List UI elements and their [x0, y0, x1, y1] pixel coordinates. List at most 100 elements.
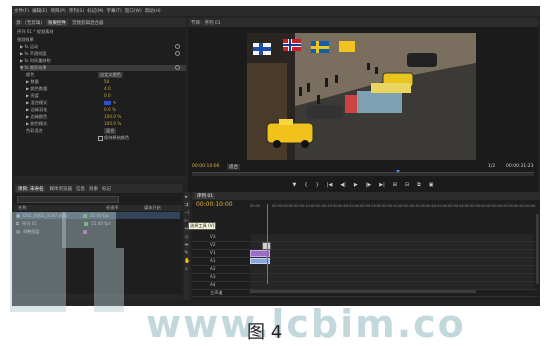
program-timecode[interactable]: 00:00:10:00 — [192, 164, 219, 169]
menu-help[interactable]: 帮助(H) — [145, 8, 161, 14]
resolution-dropdown[interactable]: 1/2 — [488, 164, 495, 169]
add-marker-button[interactable]: ▼ — [293, 182, 297, 188]
param-row[interactable]: 保持原始颜色 — [26, 135, 186, 141]
timeline-horizontal-scrollbar[interactable] — [250, 290, 476, 293]
track-lane[interactable] — [250, 242, 534, 249]
menu-sequence[interactable]: 序列(S) — [69, 8, 84, 14]
column-media-start[interactable]: 媒体开始 — [144, 205, 161, 211]
effect-controls-footer — [14, 176, 186, 182]
export-frame-button[interactable]: ⧉ — [417, 182, 421, 188]
timeline-playhead[interactable] — [267, 204, 268, 284]
play-button[interactable]: ▶ — [354, 182, 358, 188]
effect-row-time-remap[interactable]: ▶ fx 时间重映射 — [20, 58, 186, 64]
track-a1[interactable]: A1 — [192, 258, 538, 266]
track-lane[interactable] — [250, 250, 534, 257]
mark-out-button[interactable]: } — [316, 182, 319, 188]
param-value[interactable]: 100.0 % — [104, 121, 121, 126]
program-scrubber[interactable] — [192, 172, 534, 176]
effect-row-motion[interactable]: ▶ fx 运动 — [20, 44, 186, 50]
step-forward-button[interactable]: |▶ — [366, 182, 372, 188]
project-search-input[interactable] — [17, 196, 119, 203]
pen-tool-icon[interactable]: ✎ — [184, 250, 189, 256]
checkbox[interactable] — [98, 136, 103, 141]
param-value[interactable]: 0.0 — [104, 93, 111, 98]
param-row[interactable]: ▶ 边缘羽化 0.0 % — [26, 107, 186, 113]
track-v2[interactable]: V2 — [192, 242, 538, 250]
track-select-tool-icon[interactable]: ⇉ — [184, 202, 189, 208]
menu-title[interactable]: 字幕(T) — [106, 8, 121, 14]
param-row[interactable]: 色彩混合 混合 — [26, 128, 186, 134]
slip-tool-icon[interactable]: ⇹ — [184, 242, 189, 248]
track-lane[interactable] — [250, 234, 534, 241]
menu-file[interactable]: 文件(F) — [14, 8, 29, 14]
tab-program[interactable]: 节目：序列 01 — [191, 20, 221, 26]
lift-button[interactable]: ⊞ — [393, 182, 397, 188]
track-a2[interactable]: A2 — [192, 266, 538, 274]
timeline-vertical-scrollbar[interactable] — [536, 214, 539, 284]
playhead-marker[interactable] — [396, 170, 400, 173]
go-to-out-button[interactable]: ▶| — [379, 182, 385, 188]
column-name[interactable]: 名称 — [18, 205, 26, 211]
video-frame[interactable] — [247, 33, 476, 160]
fit-dropdown[interactable]: 适合 — [227, 164, 240, 170]
param-row[interactable]: 颜色 自定义颜色 — [26, 72, 186, 78]
tab-project[interactable]: 项目: 未命名 — [16, 185, 46, 192]
tools-panel: ▸ ⇉ ⊣ ⊢ ↔ ◇ ⇹ ✎ ✋ ⌕ — [184, 192, 190, 300]
param-row[interactable]: ▶ 边缘颜色 100.0 % — [26, 114, 186, 120]
param-row[interactable]: ▶ 颜色数量 4.0 — [26, 86, 186, 92]
param-value[interactable]: 0.0 % — [104, 107, 116, 112]
track-lane[interactable] — [250, 266, 534, 273]
effect-row-crop[interactable]: ▼ fx 裁剪效果 — [20, 65, 186, 71]
param-value[interactable]: 100.0 % — [104, 114, 121, 119]
step-back-button[interactable]: ◀| — [340, 182, 346, 188]
track-v1[interactable]: V1 — [192, 250, 538, 258]
eyedropper-icon[interactable]: ✎ — [113, 100, 116, 105]
timeline-ruler[interactable]: 00:00 00:00:05:00 00:00:10:00 00:00:15:0… — [250, 204, 536, 211]
column-fps[interactable]: 帧速率 — [106, 205, 119, 211]
go-to-in-button[interactable]: |◀ — [327, 182, 333, 188]
track-a4[interactable]: A4 — [192, 282, 538, 290]
ripple-edit-tool-icon[interactable]: ⊣ — [184, 210, 189, 216]
menu-edit[interactable]: 编辑(E) — [32, 8, 47, 14]
param-row[interactable]: ▶ 亮度 0.0 — [26, 93, 186, 99]
timeline-timecode[interactable]: 00:00:10:00 — [196, 201, 233, 208]
tab-info[interactable]: 信息 — [76, 186, 85, 192]
param-value[interactable]: 50 — [104, 79, 109, 84]
color-swatch[interactable] — [104, 101, 111, 105]
track-v3[interactable]: V3 — [192, 234, 538, 242]
menu-marker[interactable]: 标记(M) — [87, 8, 103, 14]
effect-label: ▶ fx 不透明度 — [20, 51, 47, 56]
track-lane[interactable] — [250, 274, 534, 281]
mark-in-button[interactable]: { — [304, 182, 307, 188]
zoom-tool-icon[interactable]: ⌕ — [184, 266, 189, 272]
menu-window[interactable]: 窗口(W) — [125, 8, 142, 14]
tab-effect-controls[interactable]: 效果控件 — [46, 19, 69, 26]
hand-tool-icon[interactable]: ✋ — [184, 258, 190, 264]
reset-icon[interactable] — [175, 44, 180, 49]
param-row[interactable]: ▶ 混合模式 ✎ — [26, 100, 186, 106]
param-dropdown[interactable]: 自定义颜色 — [98, 72, 123, 78]
effect-row-opacity[interactable]: ▶ fx 不透明度 — [20, 51, 186, 57]
reset-icon[interactable] — [175, 51, 180, 56]
param-row[interactable]: ▶ 数量 50 — [26, 79, 186, 85]
tab-source[interactable]: 源：(无剪辑) — [16, 20, 42, 26]
track-label: V2 — [210, 242, 216, 247]
track-a3[interactable]: A3 — [192, 274, 538, 282]
razor-tool-icon[interactable]: ◇ — [184, 234, 189, 240]
extract-button[interactable]: ⊟ — [405, 182, 409, 188]
comparison-button[interactable]: ▣ — [429, 182, 434, 188]
param-value[interactable]: 4.0 — [104, 86, 111, 91]
tab-effects[interactable]: 效果 — [89, 186, 98, 192]
track-lane[interactable] — [250, 258, 534, 265]
tab-media-browser[interactable]: 媒体浏览器 — [49, 186, 72, 192]
tab-sequence[interactable]: 序列 01 — [195, 193, 216, 199]
track-lane[interactable] — [250, 282, 534, 289]
project-tabs: 项目: 未命名 媒体浏览器 信息 效果 标记 — [14, 184, 182, 193]
param-dropdown[interactable]: 混合 — [104, 128, 117, 134]
tab-markers[interactable]: 标记 — [102, 186, 111, 192]
param-row[interactable]: ▶ 颜色模式 100.0 % — [26, 121, 186, 127]
tab-audio-mixer[interactable]: 音频剪辑混合器 — [72, 20, 104, 26]
selection-tool-icon[interactable]: ▸ — [184, 194, 189, 200]
menu-project[interactable]: 项目(P) — [50, 8, 65, 14]
reset-icon[interactable] — [175, 65, 180, 70]
